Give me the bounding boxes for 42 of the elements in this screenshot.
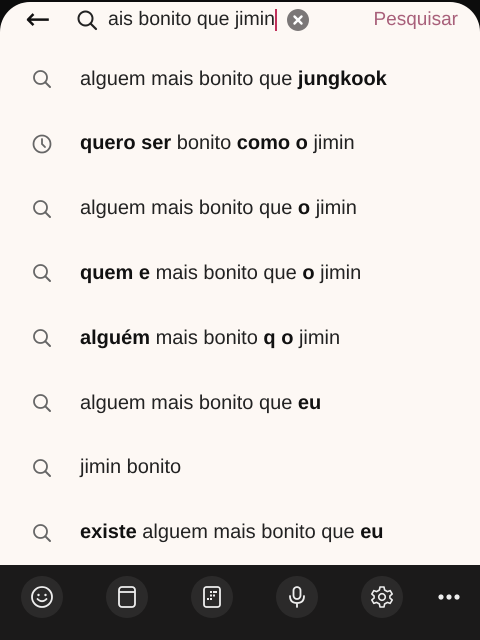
suggestion-item[interactable]: alguem mais bonito que o jimin: [0, 176, 480, 242]
search-field[interactable]: ais bonito que jimin: [76, 8, 324, 32]
suggestion-text: alguem mais bonito que jungkook: [80, 68, 387, 91]
clear-icon[interactable]: [286, 8, 309, 31]
suggestion-text: alguem mais bonito que eu: [80, 392, 322, 414]
clipboard-icon: [116, 584, 138, 608]
suggestion-item[interactable]: existe alguem mais bonito que eu: [0, 500, 480, 565]
more-icon[interactable]: [438, 594, 460, 600]
microphone-icon: [287, 584, 307, 608]
suggestion-text: quem e mais bonito que o jimin: [80, 262, 362, 285]
search-icon: [32, 393, 52, 413]
suggestion-text: quero ser bonito como o jimin: [80, 132, 355, 156]
search-icon: [32, 198, 52, 219]
suggestion-text: alguém mais bonito q o jimin: [80, 326, 340, 350]
search-icon: [32, 328, 52, 348]
suggestion-text: jimin bonito: [80, 456, 182, 480]
back-button[interactable]: ←: [20, 4, 56, 35]
keypad-button[interactable]: [191, 576, 233, 618]
settings-button[interactable]: [361, 576, 403, 618]
search-text: ais bonito que jimin: [108, 8, 275, 32]
search-icon: [32, 458, 52, 478]
suggestion-item[interactable]: quero ser bonito como o jimin: [0, 111, 480, 176]
smiley-icon: [30, 584, 54, 608]
suggestion-text: existe alguem mais bonito que eu: [80, 521, 384, 544]
search-icon: [32, 263, 52, 284]
search-icon: [32, 522, 52, 543]
keypad-icon: [201, 584, 223, 608]
microphone-button[interactable]: [276, 576, 318, 618]
suggestion-item[interactable]: quem e mais bonito que o jimin: [0, 241, 480, 306]
clock-icon: [32, 134, 52, 154]
clipboard-button[interactable]: [106, 576, 148, 618]
suggestion-item[interactable]: jimin bonito: [0, 435, 480, 500]
search-icon: [76, 8, 98, 31]
text-cursor: [274, 8, 277, 31]
search-button[interactable]: Pesquisar: [374, 8, 458, 31]
suggestion-item[interactable]: alguem mais bonito que eu: [0, 370, 480, 436]
suggestion-item[interactable]: alguém mais bonito q o jimin: [0, 306, 480, 371]
settings-icon: [370, 584, 394, 608]
emoji-button[interactable]: [21, 576, 63, 618]
suggestion-text: alguem mais bonito que o jimin: [80, 197, 357, 220]
search-icon: [32, 69, 52, 90]
suggestion-item[interactable]: alguem mais bonito que jungkook: [0, 46, 480, 112]
